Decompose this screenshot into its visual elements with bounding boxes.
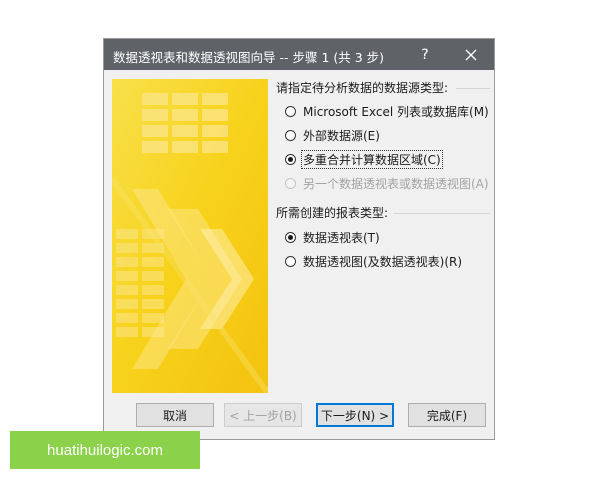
watermark-banner: huatihuilogic.com [10, 431, 200, 469]
radio-label: 外部数据源(E) [303, 128, 380, 143]
radio-label: 数据透视图(及数据透视表)(R) [303, 254, 463, 269]
radio-label: Microsoft Excel 列表或数据库(M) [303, 104, 489, 119]
source-group-divider [456, 88, 490, 89]
screen: 数据透视表和数据透视图向导 -- 步骤 1 (共 3 步) ? 请指定待分析数据… [0, 0, 600, 480]
radio-label: 另一个数据透视表或数据透视图(A) [303, 176, 489, 191]
radio-button-selected[interactable] [285, 231, 296, 243]
radio-button[interactable] [285, 105, 296, 117]
pivot-wizard-dialog: 数据透视表和数据透视图向导 -- 步骤 1 (共 3 步) ? 请指定待分析数据… [104, 39, 494, 439]
wizard-illustration [112, 79, 268, 393]
radio-button[interactable] [285, 255, 296, 267]
finish-button[interactable]: 完成(F) [408, 403, 486, 427]
radio-another-pivot: 另一个数据透视表或数据透视图(A) [285, 174, 490, 192]
radio-excel-list[interactable]: Microsoft Excel 列表或数据库(M) [285, 102, 490, 120]
radio-external-source[interactable]: 外部数据源(E) [285, 126, 381, 144]
report-group-label: 所需创建的报表类型: [276, 206, 389, 220]
radio-label: 多重合并计算数据区域(C) [301, 149, 443, 169]
source-group-label: 请指定待分析数据的数据源类型: [276, 81, 449, 95]
report-group-divider [394, 213, 490, 214]
radio-button-disabled [285, 177, 296, 189]
radio-multiple-consolidation[interactable]: 多重合并计算数据区域(C) [285, 149, 443, 169]
window-title: 数据透视表和数据透视图向导 -- 步骤 1 (共 3 步) [113, 50, 385, 65]
radio-button[interactable] [285, 129, 296, 141]
cancel-button[interactable]: 取消 [136, 403, 214, 427]
radio-button-selected[interactable] [285, 153, 296, 165]
radio-pivot-table[interactable]: 数据透视表(T) [285, 228, 381, 246]
title-bar[interactable]: 数据透视表和数据透视图向导 -- 步骤 1 (共 3 步) ? [104, 39, 494, 70]
radio-pivot-chart[interactable]: 数据透视图(及数据透视表)(R) [285, 252, 463, 270]
close-button[interactable] [451, 39, 491, 70]
next-button[interactable]: 下一步(N) > [316, 403, 394, 427]
radio-label: 数据透视表(T) [303, 230, 380, 245]
close-icon [465, 49, 477, 61]
back-button: < 上一步(B) [224, 403, 302, 427]
help-button[interactable]: ? [405, 39, 445, 70]
